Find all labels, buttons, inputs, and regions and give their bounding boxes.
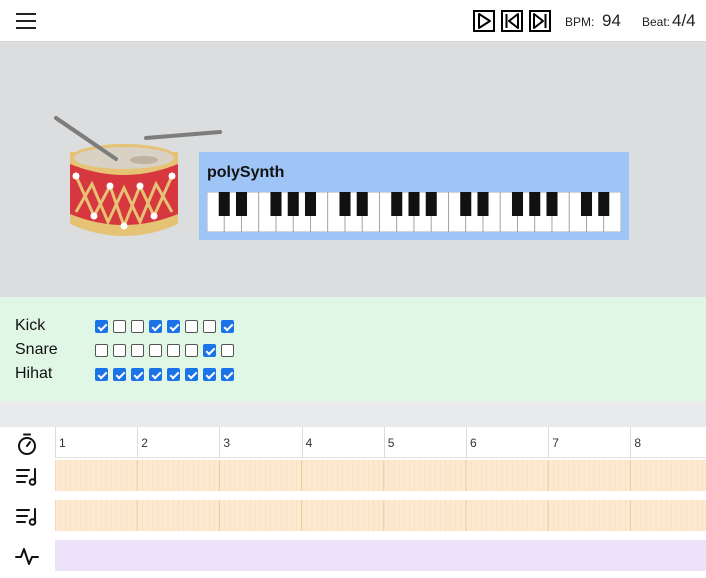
skip-back-icon bbox=[505, 13, 519, 29]
step-checkbox[interactable] bbox=[221, 368, 234, 381]
step-checkbox[interactable] bbox=[113, 320, 126, 333]
piano-black-key[interactable] bbox=[408, 192, 420, 216]
bar-number: 6 bbox=[470, 436, 477, 450]
step-checkbox[interactable] bbox=[185, 320, 198, 333]
bpm-value[interactable]: 94 bbox=[602, 11, 621, 31]
bar-divider bbox=[466, 427, 467, 458]
bar-divider bbox=[548, 427, 550, 458]
step-checkbox[interactable] bbox=[185, 344, 198, 357]
piano-black-key[interactable] bbox=[304, 192, 317, 216]
piano-black-key[interactable] bbox=[511, 192, 524, 216]
step-checkbox[interactable] bbox=[113, 368, 126, 381]
step-checkbox[interactable] bbox=[203, 320, 216, 333]
timeline-track[interactable] bbox=[55, 500, 706, 531]
step-checkbox[interactable] bbox=[95, 344, 108, 357]
timeline-track[interactable] bbox=[55, 460, 706, 491]
piano-black-key[interactable] bbox=[356, 192, 368, 216]
bar-number: 2 bbox=[141, 436, 148, 450]
step-checkbox[interactable] bbox=[203, 368, 216, 381]
bar-number: 7 bbox=[552, 436, 559, 450]
step-checkbox[interactable] bbox=[185, 368, 198, 381]
step-checkbox[interactable] bbox=[149, 344, 162, 357]
polysynth-instrument[interactable]: polySynth bbox=[199, 152, 629, 240]
bar-number: 3 bbox=[223, 436, 231, 450]
play-button[interactable] bbox=[473, 10, 495, 32]
step-checkbox[interactable] bbox=[167, 344, 180, 357]
piano-black-key[interactable] bbox=[598, 192, 610, 216]
step-checkbox[interactable] bbox=[113, 344, 126, 357]
bar-divider bbox=[630, 427, 632, 458]
top-toolbar: BPM: 94 Beat: 4/4 bbox=[0, 0, 706, 42]
piano-black-key[interactable] bbox=[580, 192, 593, 216]
step-checkbox[interactable] bbox=[221, 320, 234, 333]
bar-number: 4 bbox=[305, 436, 313, 450]
skip-forward-button[interactable] bbox=[529, 10, 551, 32]
step-checkbox[interactable] bbox=[149, 320, 162, 333]
piano-black-key[interactable] bbox=[287, 192, 299, 216]
bar-divider bbox=[137, 427, 139, 458]
piano-black-key[interactable] bbox=[425, 192, 437, 216]
timeline-track[interactable] bbox=[55, 540, 706, 571]
piano-black-key[interactable] bbox=[270, 192, 282, 216]
step-sequencer: Kick Snare Hihat bbox=[0, 297, 706, 401]
piano-black-key[interactable] bbox=[546, 192, 558, 216]
menu-icon[interactable] bbox=[16, 11, 38, 31]
piano-black-key[interactable] bbox=[391, 192, 403, 216]
bpm-label: BPM: bbox=[565, 15, 595, 29]
step-checkbox[interactable] bbox=[131, 320, 144, 333]
step-checkbox[interactable] bbox=[95, 320, 108, 333]
piano-black-key[interactable] bbox=[218, 192, 230, 216]
sequencer-row-label: Snare bbox=[15, 341, 58, 358]
skip-forward-icon bbox=[533, 13, 547, 29]
piano-black-key[interactable] bbox=[339, 192, 351, 216]
timeline-ruler[interactable]: 1 2 3 4 5 6 7 8 bbox=[55, 427, 706, 458]
piano-black-key[interactable] bbox=[477, 192, 489, 216]
step-checkbox[interactable] bbox=[167, 368, 180, 381]
step-checkbox[interactable] bbox=[131, 368, 144, 381]
step-checkbox[interactable] bbox=[149, 368, 162, 381]
bar-divider bbox=[383, 427, 385, 458]
sequencer-row-label: Kick bbox=[15, 317, 46, 334]
timer-icon bbox=[18, 433, 36, 455]
playlist-music-icon[interactable] bbox=[14, 463, 40, 489]
bar-divider bbox=[55, 427, 56, 458]
piano-black-key[interactable] bbox=[235, 192, 248, 216]
step-checkbox[interactable] bbox=[131, 344, 144, 357]
step-checkbox[interactable] bbox=[203, 344, 216, 357]
bar-divider bbox=[301, 427, 303, 458]
step-checkbox[interactable] bbox=[221, 344, 234, 357]
play-icon bbox=[478, 13, 491, 29]
step-checkbox[interactable] bbox=[167, 320, 180, 333]
beat-label: Beat: bbox=[642, 15, 671, 29]
piano-black-key[interactable] bbox=[529, 192, 541, 216]
piano-black-key[interactable] bbox=[460, 192, 472, 216]
synth-title: polySynth bbox=[207, 164, 285, 181]
bar-number: 1 bbox=[59, 436, 66, 450]
bar-number: 5 bbox=[387, 436, 395, 450]
beat-value[interactable]: 4/4 bbox=[672, 11, 696, 31]
skip-back-button[interactable] bbox=[501, 10, 523, 32]
bar-number: 8 bbox=[634, 436, 642, 450]
step-checkbox[interactable] bbox=[95, 368, 108, 381]
activity-icon[interactable] bbox=[14, 543, 40, 569]
bar-divider bbox=[219, 427, 221, 458]
piano-keyboard[interactable] bbox=[207, 192, 621, 232]
playlist-music-icon[interactable] bbox=[14, 503, 40, 529]
sequencer-row-label: Hihat bbox=[15, 365, 53, 382]
